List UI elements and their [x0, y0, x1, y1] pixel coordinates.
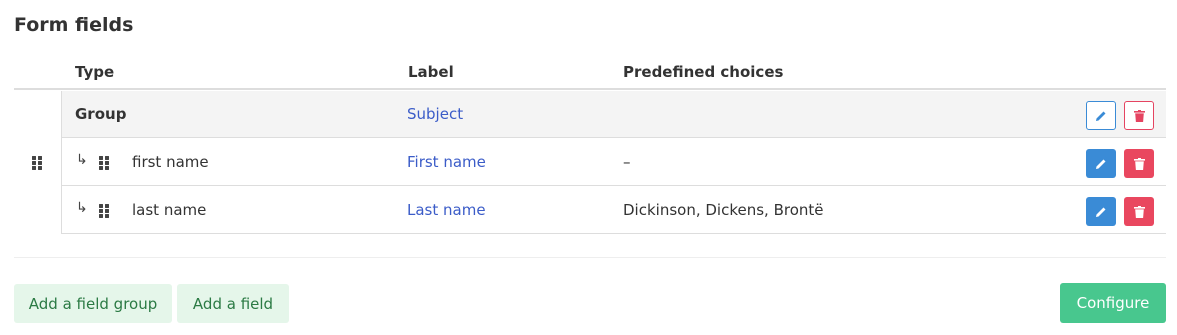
child-arrow-icon: ↳ [76, 200, 88, 216]
edit-field-button[interactable] [1086, 149, 1116, 178]
configure-button[interactable]: Configure [1060, 283, 1166, 323]
child-arrow-icon: ↳ [76, 152, 88, 168]
pencil-icon [1096, 111, 1106, 121]
group-label-link[interactable]: Subject [407, 105, 463, 123]
field-choices: – [623, 153, 631, 171]
edit-field-button[interactable] [1086, 197, 1116, 226]
field-drag-handle-icon[interactable] [99, 156, 109, 170]
delete-field-button[interactable] [1124, 197, 1154, 226]
form-fields-title: Form fields [14, 14, 134, 36]
table-row: ↳ last name Last name Dickinson, Dickens… [62, 187, 1166, 234]
trash-icon [1133, 205, 1145, 218]
field-type: last name [132, 201, 207, 219]
add-field-group-button[interactable]: Add a field group [14, 284, 172, 323]
field-label-link[interactable]: First name [407, 153, 486, 171]
group-drag-handle-icon[interactable] [32, 156, 42, 170]
pencil-icon [1096, 207, 1106, 217]
table-row-group: Group Subject [62, 91, 1166, 138]
pencil-icon [1096, 159, 1106, 169]
field-label-link[interactable]: Last name [407, 201, 486, 219]
table-row: ↳ first name First name – [62, 139, 1166, 186]
edit-group-button[interactable] [1086, 101, 1116, 130]
field-drag-handle-icon[interactable] [99, 204, 109, 218]
group-drag-column [14, 91, 62, 234]
group-type: Group [75, 105, 127, 123]
add-field-button[interactable]: Add a field [177, 284, 289, 323]
delete-group-button[interactable] [1124, 101, 1154, 130]
table-header: Type Label Predefined choices [14, 58, 1166, 90]
header-type: Type [75, 63, 115, 81]
header-choices: Predefined choices [623, 63, 784, 81]
delete-field-button[interactable] [1124, 149, 1154, 178]
section-divider [14, 257, 1166, 258]
trash-icon [1133, 109, 1145, 122]
field-choices: Dickinson, Dickens, Brontë [623, 201, 824, 219]
field-type: first name [132, 153, 209, 171]
header-label: Label [408, 63, 454, 81]
trash-icon [1133, 157, 1145, 170]
